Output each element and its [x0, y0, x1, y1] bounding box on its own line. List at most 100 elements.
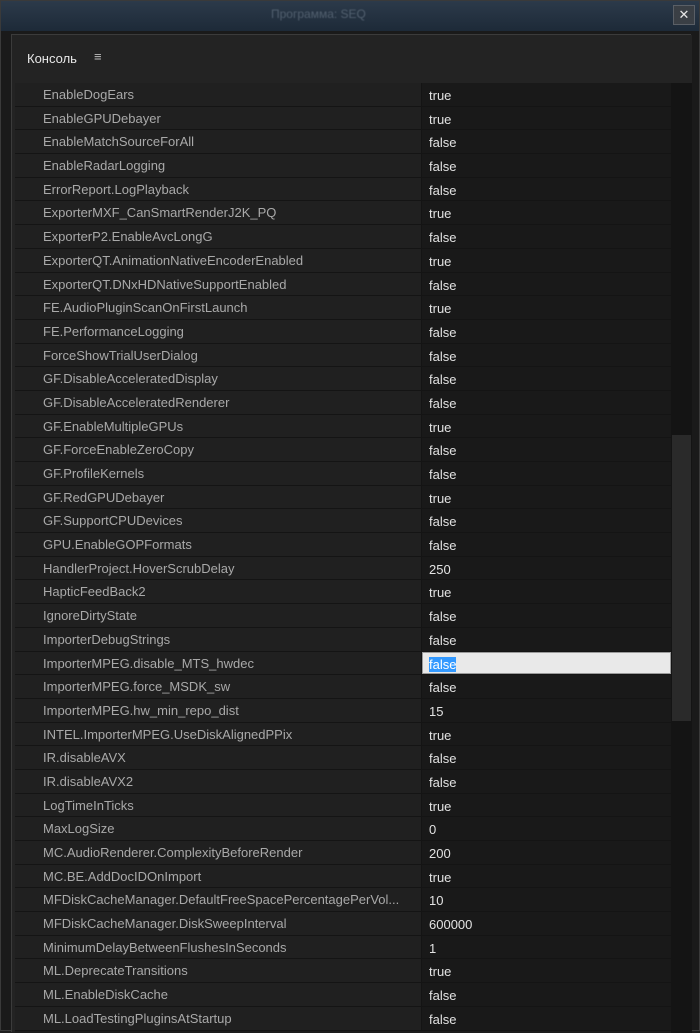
table-row[interactable]: ML.LoadTestingPluginsAtStartup false: [15, 1006, 671, 1031]
flag-value[interactable]: false: [422, 343, 671, 367]
flag-name: ForceShowTrialUserDialog: [43, 347, 198, 363]
table-row[interactable]: LogTimeInTicks true: [15, 793, 671, 818]
flag-value[interactable]: true: [422, 485, 671, 509]
flag-name: GF.RedGPUDebayer: [43, 489, 165, 505]
flag-value[interactable]: 0: [422, 817, 671, 840]
flag-name: GF.EnableMultipleGPUs: [43, 418, 184, 434]
flag-value[interactable]: false: [422, 462, 671, 485]
flag-value[interactable]: false: [422, 390, 671, 414]
flag-value[interactable]: 10: [422, 888, 671, 912]
flag-name: IR.disableAVX2: [43, 773, 134, 789]
flag-value[interactable]: false: [422, 438, 671, 461]
flag-name: EnableMatchSourceForAll: [43, 134, 195, 150]
table-row[interactable]: ExporterP2.EnableAvcLongG false: [15, 225, 671, 249]
table-row[interactable]: GF.EnableMultipleGPUs true: [15, 414, 671, 439]
vertical-scrollbar[interactable]: [671, 83, 692, 1033]
flag-value[interactable]: false: [422, 1006, 671, 1030]
table-row[interactable]: GF.SupportCPUDevices false: [15, 509, 671, 534]
flag-value[interactable]: 250: [422, 556, 671, 580]
flag-value[interactable]: true: [422, 580, 671, 604]
flag-value[interactable]: true: [422, 414, 671, 438]
flag-value[interactable]: true: [422, 793, 671, 817]
flag-value[interactable]: false: [422, 367, 671, 390]
close-button[interactable]: ✕: [673, 5, 695, 25]
table-row[interactable]: EnableRadarLogging false: [15, 154, 671, 178]
table-row[interactable]: ExporterQT.AnimationNativeEncoderEnabled…: [15, 248, 671, 273]
flag-value[interactable]: 600000: [422, 912, 671, 935]
flag-name: ExporterP2.EnableAvcLongG: [43, 229, 213, 245]
table-row[interactable]: IR.disableAVX2 false: [15, 769, 671, 794]
table-row[interactable]: INTEL.ImporterMPEG.UseDiskAlignedPPix tru…: [15, 722, 671, 747]
flag-value[interactable]: false: [422, 627, 671, 651]
table-row[interactable]: ExporterQT.DNxHDNativeSupportEnabled fals…: [15, 272, 671, 297]
table-row[interactable]: ML.EnableDiskCache false: [15, 983, 671, 1007]
flag-name: HapticFeedBack2: [43, 584, 146, 600]
flag-value[interactable]: true: [422, 106, 671, 130]
flag-value[interactable]: true: [422, 959, 671, 983]
flag-name: ImporterMPEG.hw_min_repo_dist: [43, 702, 239, 718]
flag-value[interactable]: false: [422, 509, 671, 533]
flag-value[interactable]: 1: [422, 935, 671, 959]
flag-value[interactable]: true: [422, 296, 671, 319]
table-row[interactable]: FE.AudioPluginScanOnFirstLaunch true: [15, 296, 671, 320]
flag-name: MC.BE.AddDocIDOnImport: [43, 868, 202, 884]
table-row[interactable]: ExporterMXF_CanSmartRenderJ2K_PQ true: [15, 201, 671, 226]
flag-name: EnableDogEars: [43, 87, 135, 102]
table-row[interactable]: EnableGPUDebayer true: [15, 106, 671, 131]
scrollbar-thumb[interactable]: [672, 435, 691, 721]
table-row[interactable]: GF.DisableAcceleratedDisplay false: [15, 367, 671, 391]
table-row[interactable]: MinimumDelayBetweenFlushesInSeconds 1: [15, 935, 671, 960]
flag-value[interactable]: 200: [422, 841, 671, 864]
table-row[interactable]: ML.DeprecateTransitions true: [15, 959, 671, 984]
table-row[interactable]: MFDiskCacheManager.DefaultFreeSpacePerce…: [15, 888, 671, 913]
table-row[interactable]: MC.AudioRenderer.ComplexityBeforeRender 2…: [15, 841, 671, 865]
table-row[interactable]: GPU.EnableGOPFormats false: [15, 533, 671, 557]
table-row[interactable]: GF.RedGPUDebayer true: [15, 485, 671, 510]
flag-value[interactable]: true: [422, 864, 671, 888]
table-row[interactable]: MaxLogSize 0: [15, 817, 671, 841]
flag-value[interactable]: false: [422, 177, 671, 201]
table-row[interactable]: ForceShowTrialUserDialog false: [15, 343, 671, 368]
table-row[interactable]: ImporterDebugStrings false: [15, 627, 671, 652]
flag-value[interactable]: false: [422, 983, 671, 1006]
table-row[interactable]: GF.ProfileKernels false: [15, 462, 671, 486]
table-row[interactable]: ImporterMPEG.hw_min_repo_dist 15: [15, 698, 671, 723]
flag-value[interactable]: false: [422, 675, 671, 698]
flag-value[interactable]: false: [422, 746, 671, 769]
table-row[interactable]: EnableDogEars true: [15, 83, 671, 107]
flag-value[interactable]: false: [422, 769, 671, 793]
table-row[interactable]: MC.BE.AddDocIDOnImport true: [15, 864, 671, 889]
flag-value-input[interactable]: false: [422, 651, 671, 675]
table-row[interactable]: GF.ForceEnableZeroCopy false: [15, 438, 671, 462]
flag-value[interactable]: false: [422, 533, 671, 556]
flag-value[interactable]: 15: [422, 698, 671, 722]
flag-name: ML.EnableDiskCache: [43, 987, 169, 1003]
table-row[interactable]: IgnoreDirtyState false: [15, 604, 671, 628]
title-bar[interactable]: Программа: SEQ ✕: [1, 1, 699, 31]
table-row[interactable]: IR.disableAVX false: [15, 746, 671, 770]
flag-name: ImporterDebugStrings: [43, 631, 171, 647]
flag-value[interactable]: true: [422, 201, 671, 225]
flag-value[interactable]: false: [422, 604, 671, 627]
table-row[interactable]: HandlerProject.HoverScrubDelay 250: [15, 556, 671, 581]
table-row[interactable]: EnableMatchSourceForAll false: [15, 130, 671, 155]
flag-value[interactable]: false: [422, 272, 671, 296]
table-row[interactable]: ImporterMPEG.force_MSDK_sw false: [15, 675, 671, 699]
table-row[interactable]: ErrorReport.LogPlayback false: [15, 177, 671, 202]
flag-value[interactable]: true: [422, 722, 671, 746]
table-row[interactable]: MFDiskCacheManager.DiskSweepInterval 6000…: [15, 912, 671, 936]
table-row[interactable]: FE.PerformanceLogging false: [15, 319, 671, 344]
flag-name: GF.DisableAcceleratedRenderer: [43, 394, 230, 410]
flag-name: GF.ForceEnableZeroCopy: [43, 442, 195, 458]
flag-value[interactable]: true: [422, 83, 671, 106]
panel-menu-icon[interactable]: ≡: [94, 49, 108, 65]
flag-value[interactable]: false: [422, 319, 671, 343]
table-row[interactable]: HapticFeedBack2 true: [15, 580, 671, 605]
table-row[interactable]: ImporterMPEG.disable_MTS_hwdec false: [15, 651, 671, 676]
table-row[interactable]: GF.DisableAcceleratedRenderer false: [15, 390, 671, 415]
flag-name: ExporterQT.AnimationNativeEncoderEnabled: [43, 252, 304, 268]
flag-value[interactable]: false: [422, 154, 671, 177]
flag-value[interactable]: true: [422, 248, 671, 272]
flag-value[interactable]: false: [422, 130, 671, 154]
flag-value[interactable]: false: [422, 225, 671, 248]
